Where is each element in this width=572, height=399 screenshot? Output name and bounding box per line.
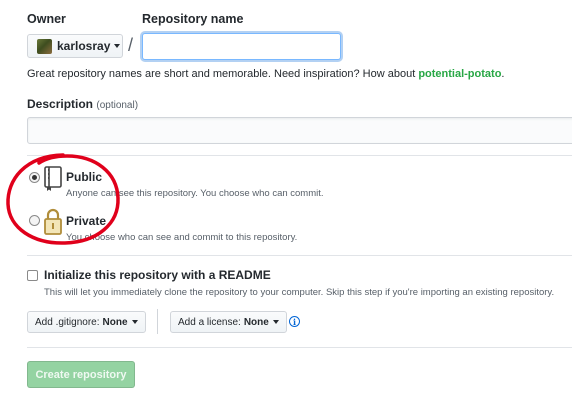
public-title: Public — [66, 170, 103, 184]
new-repository-form: Owner Repository name karlosray / Great … — [0, 0, 572, 399]
caret-down-icon — [114, 44, 121, 48]
gitignore-value: None — [102, 316, 128, 328]
caret-down-icon — [131, 320, 138, 324]
owner-label: Owner — [27, 12, 66, 26]
description-label-text: Description — [27, 97, 94, 111]
options-divider — [157, 309, 158, 334]
license-value: None — [243, 316, 269, 328]
repo-book-icon — [44, 166, 62, 191]
license-label: Add a license: — [178, 316, 241, 328]
hint-text: Great repository names are short and mem… — [27, 68, 419, 80]
private-radio[interactable] — [29, 215, 40, 226]
caret-down-icon — [272, 320, 279, 324]
private-description: You choose who can see and commit to thi… — [66, 232, 298, 243]
gitignore-label: Add .gitignore: — [35, 316, 100, 328]
description-label: Description (optional) — [27, 97, 138, 111]
info-icon[interactable]: i — [289, 316, 300, 327]
optional-tag: (optional) — [96, 100, 139, 111]
initialize-readme-description: This will let you immediately clone the … — [44, 287, 555, 298]
gitignore-select-button[interactable]: Add .gitignore: None — [27, 311, 146, 333]
avatar — [37, 38, 52, 54]
initialize-readme-title: Initialize this repository with a README — [44, 268, 271, 282]
section-divider — [27, 255, 572, 256]
create-repository-button[interactable]: Create repository — [27, 361, 135, 388]
public-description: Anyone can see this repository. You choo… — [66, 188, 324, 199]
repository-name-label: Repository name — [142, 12, 244, 26]
owner-username: karlosray — [57, 39, 111, 53]
initialize-readme-checkbox[interactable] — [27, 270, 38, 281]
section-divider — [27, 155, 572, 156]
repository-name-input[interactable] — [142, 33, 341, 60]
description-input[interactable] — [27, 117, 572, 144]
public-radio[interactable] — [29, 172, 40, 183]
hint-suffix: . — [501, 68, 505, 80]
lock-icon — [44, 208, 62, 235]
section-divider — [27, 347, 572, 348]
license-select-button[interactable]: Add a license: None — [170, 311, 287, 333]
repository-name-hint: Great repository names are short and mem… — [27, 68, 504, 80]
owner-select-button[interactable]: karlosray — [27, 34, 123, 58]
name-suggestion-link[interactable]: potential-potato — [418, 68, 501, 80]
owner-repo-separator: / — [128, 35, 134, 55]
private-title: Private — [66, 214, 107, 228]
